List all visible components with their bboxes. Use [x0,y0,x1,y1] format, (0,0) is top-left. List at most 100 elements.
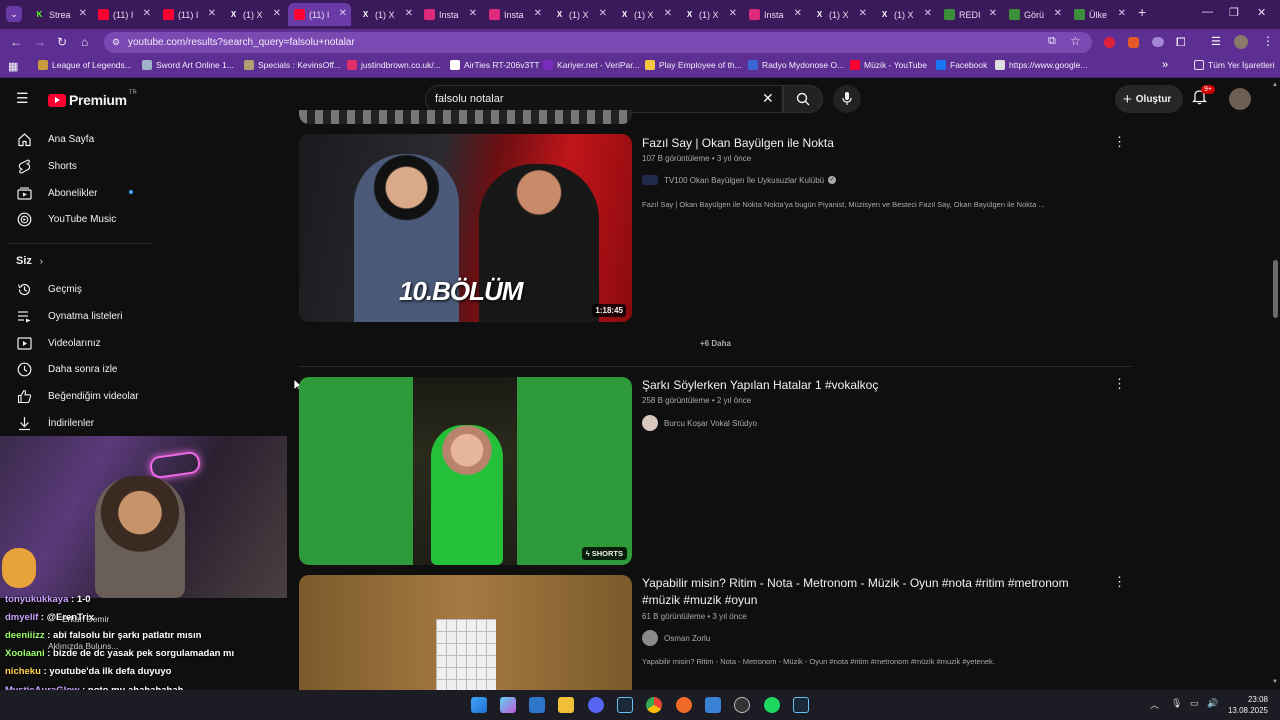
brave-icon[interactable] [676,697,692,713]
tab-search-icon[interactable]: ⌄ [6,6,22,22]
site-info-icon[interactable]: ⚙ [112,37,120,48]
sidebar-item-downloads[interactable]: İndirilenler [16,415,94,431]
more-actions-icon[interactable]: ⋮ [1113,376,1126,392]
tab-10[interactable]: X (1) X ✕ [613,3,676,26]
extension-cloud-icon[interactable] [1152,37,1164,47]
apps-grid-icon[interactable]: ▦ [8,60,18,73]
close-tab-icon[interactable]: ✕ [534,8,542,19]
close-tab-icon[interactable]: ✕ [859,8,867,19]
account-avatar[interactable] [1229,88,1251,110]
sidebar-item-your-videos[interactable]: Videolarınız [16,335,101,351]
tab-11[interactable]: X (1) X ✕ [678,3,741,26]
close-tab-icon[interactable]: ✕ [989,8,997,19]
sidebar-item-playlists[interactable]: Oynatma listeleri [16,308,122,324]
sidebar-item-shorts[interactable]: Shorts [16,158,77,174]
create-button[interactable]: + Oluştur [1115,85,1183,113]
photos-icon[interactable] [705,697,721,713]
video-title[interactable]: Fazıl Say | Okan Bayülgen ile Nokta [642,135,834,152]
video-thumbnail-shorts[interactable]: ϟ SHORTS [299,377,632,565]
more-actions-icon[interactable]: ⋮ [1113,134,1126,150]
bookmark-item[interactable]: League of Legends... [38,60,132,70]
tab-4[interactable]: X (1) X ✕ [222,3,285,26]
more-actions-icon[interactable]: ⋮ [1113,574,1126,590]
spotify-icon[interactable] [764,697,780,713]
close-tab-icon[interactable]: ✕ [729,8,737,19]
sidebar-item-home[interactable]: Ana Sayfa [16,131,94,147]
voice-search-button[interactable] [833,85,861,113]
chrome-icon[interactable] [646,697,662,713]
bookmark-item[interactable]: Sword Art Online 1... [142,60,234,70]
close-window-icon[interactable]: ✕ [1257,6,1266,19]
discord-icon[interactable] [588,697,604,713]
scrollbar-thumb[interactable] [1273,260,1278,318]
steam-icon[interactable] [617,697,633,713]
search-button[interactable] [783,85,823,113]
more-bookmarks-icon[interactable]: » [1162,59,1168,71]
close-tab-icon[interactable]: ✕ [664,8,672,19]
volume-icon[interactable]: 🔊 [1207,698,1218,709]
restore-icon[interactable]: ❐ [1229,6,1239,19]
close-tab-icon[interactable]: ✕ [1118,8,1126,19]
page-scrollbar[interactable]: ▲ ▼ [1271,80,1280,690]
close-tab-icon[interactable]: ✕ [469,8,477,19]
show-more-button[interactable]: +6 Daha [700,339,731,348]
sidebar-item-youtube-music[interactable]: YouTube Music [16,211,116,227]
video-title[interactable]: Şarkı Söylerken Yapılan Hatalar 1 #vokal… [642,377,878,394]
close-tab-icon[interactable]: ✕ [208,8,216,19]
tab-12[interactable]: Insta ✕ [743,3,806,26]
video-title-line1[interactable]: Yapabilir misin? Ritim - Nota - Metronom… [642,575,1069,592]
youtube-premium-logo[interactable]: Premium TR [48,90,137,108]
obs-icon[interactable] [734,697,750,713]
video-thumbnail-rhythm[interactable] [299,575,632,690]
close-tab-icon[interactable]: ✕ [1054,8,1062,19]
extension-opera-icon[interactable] [1104,37,1115,48]
tab-17[interactable]: Ülke ✕ [1068,3,1130,26]
hamburger-menu-icon[interactable]: ☰ [16,90,29,107]
url-bar[interactable]: ⚙ youtube.com/results?search_query=falso… [104,32,1092,53]
bookmark-item[interactable]: justindbrown.co.uk/... [347,60,441,70]
sidebar-item-watch-later[interactable]: Daha sonra izle [16,361,117,377]
bookmark-item[interactable]: Müzik - YouTube [850,60,927,70]
close-tab-icon[interactable]: ✕ [794,8,802,19]
scroll-down-icon[interactable]: ▼ [1272,679,1278,685]
tab-5[interactable]: (11) I ✕ [288,3,351,26]
tray-overflow-icon[interactable]: ︿ [1150,698,1159,711]
bookmark-star-icon[interactable]: ☆ [1070,34,1081,48]
close-tab-icon[interactable]: ✕ [273,8,281,19]
store-icon[interactable] [529,697,545,713]
extensions-puzzle-icon[interactable]: ⧠ [1176,35,1186,50]
notifications-button[interactable]: 9+ [1191,85,1215,110]
file-explorer-icon[interactable] [558,697,574,713]
install-app-icon[interactable]: ⧉ [1048,35,1056,48]
all-bookmarks-folder[interactable]: Tüm Yer İşaretleri [1194,60,1275,70]
tab-16[interactable]: Görü ✕ [1003,3,1066,26]
clear-search-icon[interactable]: ✕ [762,90,774,107]
bookmark-item[interactable]: Kariyer.net - VeriPar... [543,60,640,70]
bookmark-item[interactable]: Facebook [936,60,987,70]
home-icon[interactable]: ⌂ [81,35,88,49]
bookmark-item[interactable]: Radyo Mydonose O... [748,60,844,70]
bookmark-item[interactable]: Specials : KevinsOff... [244,60,341,70]
video-thumbnail-fazil-say[interactable]: 10.BÖLÜM 1:18:45 [299,134,632,322]
bookmark-item[interactable]: https://www.google... [995,60,1087,70]
profile-avatar[interactable] [1234,35,1248,49]
channel-link[interactable]: Burcu Koşar Vokal Stüdyo [642,415,757,431]
network-icon[interactable]: ▭ [1190,698,1199,709]
tab-6[interactable]: X (1) X ✕ [354,3,417,26]
copilot-icon[interactable] [500,697,516,713]
bookmark-item[interactable]: Play Employee of th... [645,60,742,70]
tab-8[interactable]: Insta ✕ [483,3,546,26]
tab-3[interactable]: (11) I ✕ [157,3,220,26]
new-tab-button[interactable]: + [1138,4,1146,20]
channel-link[interactable]: Osman Zorlu [642,630,710,646]
reading-list-icon[interactable]: ☰ [1211,35,1221,48]
back-icon[interactable]: ← [10,35,22,49]
sidebar-item-subscriptions[interactable]: Abonelikler [16,185,133,201]
close-tab-icon[interactable]: ✕ [143,8,151,19]
sidebar-item-liked-videos[interactable]: Beğendiğim videolar [16,388,139,404]
close-tab-icon[interactable]: ✕ [339,8,347,19]
extension-fox-icon[interactable] [1128,37,1139,48]
start-windows-icon[interactable] [471,697,487,713]
tab-9[interactable]: X (1) X ✕ [548,3,611,26]
minimize-icon[interactable]: — [1202,6,1213,18]
